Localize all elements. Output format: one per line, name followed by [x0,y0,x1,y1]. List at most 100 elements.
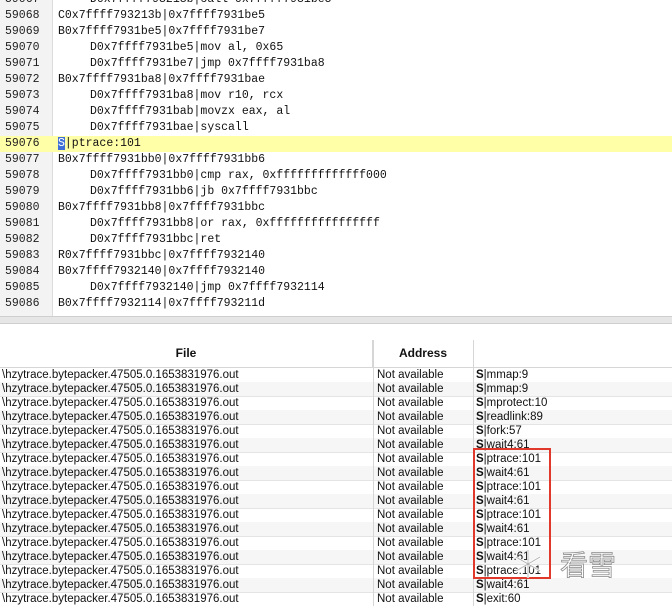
selected-text[interactable]: S [58,137,65,150]
code-line[interactable]: 59081 D0x7ffff7931bb8|or rax, 0xfffffffff… [0,216,672,232]
code-line[interactable]: 59078 D0x7ffff7931bb0|cmp rax, 0xffffffff… [0,168,672,184]
code-text[interactable]: B0x7ffff7932114|0x7ffff793211d [58,296,265,312]
code-line[interactable]: 59075 D0x7ffff7931bae|syscall [0,120,672,136]
code-editor[interactable]: 59067 D0x7ffff793213b|call 0x7ffff7931be5… [0,0,672,316]
table-row[interactable]: \hzytrace.bytepacker.47505.0.1653831976.… [0,438,672,453]
code-text[interactable]: B0x7ffff7932140|0x7ffff7932140 [58,264,265,280]
code-line[interactable]: 59070 D0x7ffff7931be5|mov al, 0x65 [0,40,672,56]
code-text[interactable]: D0x7ffff7931bb8|or rax, 0xffffffffffffff… [90,216,380,232]
table-row[interactable]: \hzytrace.bytepacker.47505.0.1653831976.… [0,396,672,411]
code-text[interactable]: D0x7ffff7931bbc|ret [90,232,221,248]
match-cell: S|mprotect:10 [476,396,547,410]
code-line[interactable]: 59084 B0x7ffff7932140|0x7ffff7932140 [0,264,672,280]
match-text: |mprotect:10 [483,397,548,409]
column-header-file[interactable]: File [0,340,373,368]
table-row[interactable]: \hzytrace.bytepacker.47505.0.1653831976.… [0,410,672,425]
match-prefix: S [476,411,484,423]
file-cell: \hzytrace.bytepacker.47505.0.1653831976.… [2,523,239,535]
address-cell: Not available [377,593,444,605]
watermark: 看雪 [515,549,616,582]
table-row[interactable]: \hzytrace.bytepacker.47505.0.1653831976.… [0,508,672,523]
match-prefix: S [476,369,484,381]
address-cell: Not available [377,509,444,521]
code-text[interactable]: C0x7ffff793213b|0x7ffff7931be5 [58,8,265,24]
code-line[interactable]: 59067 D0x7ffff793213b|call 0x7ffff7931be5 [0,0,672,8]
file-cell: \hzytrace.bytepacker.47505.0.1653831976.… [2,495,239,507]
address-cell: Not available [377,425,444,437]
line-number: 59069 [5,25,40,38]
code-text[interactable]: D0x7ffff7931bab|movzx eax, al [90,104,290,120]
table-row[interactable]: \hzytrace.bytepacker.47505.0.1653831976.… [0,382,672,397]
line-number: 59071 [5,57,40,70]
file-cell: \hzytrace.bytepacker.47505.0.1653831976.… [2,467,239,479]
address-cell: Not available [377,495,444,507]
table-row[interactable]: \hzytrace.bytepacker.47505.0.1653831976.… [0,466,672,481]
code-text[interactable]: D0x7ffff7932140|jmp 0x7ffff7932114 [90,280,325,296]
line-number: 59078 [5,169,40,182]
line-number: 59082 [5,233,40,246]
line-number: 59074 [5,105,40,118]
address-cell: Not available [377,439,444,451]
code-text[interactable]: D0x7ffff793213b|call 0x7ffff7931be5 [90,0,332,8]
file-cell: \hzytrace.bytepacker.47505.0.1653831976.… [2,439,239,451]
address-cell: Not available [377,537,444,549]
table-row[interactable]: \hzytrace.bytepacker.47505.0.1653831976.… [0,452,672,467]
match-cell: S|readlink:89 [476,410,543,424]
code-line[interactable]: 59072 B0x7ffff7931ba8|0x7ffff7931bae [0,72,672,88]
code-text[interactable]: D0x7ffff7931bb6|jb 0x7ffff7931bbc [90,184,318,200]
address-cell: Not available [377,565,444,577]
line-number: 59086 [5,297,40,310]
code-line[interactable]: 59082 D0x7ffff7931bbc|ret [0,232,672,248]
file-cell: \hzytrace.bytepacker.47505.0.1653831976.… [2,397,239,409]
code-text[interactable]: D0x7ffff7931bae|syscall [90,120,249,136]
match-text: |mmap:9 [483,369,529,381]
code-text[interactable]: D0x7ffff7931bb0|cmp rax, 0xfffffffffffff… [90,168,387,184]
address-cell: Not available [377,481,444,493]
code-text[interactable]: B0x7ffff7931bb8|0x7ffff7931bbc [58,200,265,216]
table-row[interactable]: \hzytrace.bytepacker.47505.0.1653831976.… [0,480,672,495]
table-row[interactable]: \hzytrace.bytepacker.47505.0.1653831976.… [0,368,672,383]
code-line[interactable]: 59069 B0x7ffff7931be5|0x7ffff7931be7 [0,24,672,40]
code-line[interactable]: 59071 D0x7ffff7931be7|jmp 0x7ffff7931ba8 [0,56,672,72]
code-text[interactable]: B0x7ffff7931bb0|0x7ffff7931bb6 [58,152,265,168]
line-number: 59075 [5,121,40,134]
code-text-rest: |ptrace:101 [64,137,141,150]
code-text[interactable]: D0x7ffff7931be5|mov al, 0x65 [90,40,283,56]
column-header-address[interactable]: Address [373,340,474,368]
code-line[interactable]: 59080 B0x7ffff7931bb8|0x7ffff7931bbc [0,200,672,216]
file-cell: \hzytrace.bytepacker.47505.0.1653831976.… [2,453,239,465]
file-cell: \hzytrace.bytepacker.47505.0.1653831976.… [2,593,239,605]
table-row[interactable]: \hzytrace.bytepacker.47505.0.1653831976.… [0,522,672,537]
table-row[interactable]: \hzytrace.bytepacker.47505.0.1653831976.… [0,494,672,509]
pane-splitter[interactable] [0,316,672,324]
table-row[interactable]: \hzytrace.bytepacker.47505.0.1653831976.… [0,592,672,606]
watermark-text: 看雪 [560,549,616,582]
match-text: |exit:60 [483,593,521,605]
code-line[interactable]: 59068 C0x7ffff793213b|0x7ffff7931be5 [0,8,672,24]
code-text[interactable]: D0x7ffff7931be7|jmp 0x7ffff7931ba8 [90,56,325,72]
code-text[interactable]: R0x7ffff7931bbc|0x7ffff7932140 [58,248,265,264]
address-cell: Not available [377,411,444,423]
match-text: |readlink:89 [483,411,543,423]
line-number: 59080 [5,201,40,214]
code-line[interactable]: 59073 D0x7ffff7931ba8|mov r10, rcx [0,88,672,104]
table-row[interactable]: \hzytrace.bytepacker.47505.0.1653831976.… [0,424,672,439]
code-line[interactable]: 59083 R0x7ffff7931bbc|0x7ffff7932140 [0,248,672,264]
code-text[interactable]: D0x7ffff7931ba8|mov r10, rcx [90,88,283,104]
column-header-match[interactable] [474,340,672,368]
code-line[interactable]: 59079 D0x7ffff7931bb6|jb 0x7ffff7931bbc [0,184,672,200]
code-line[interactable]: 59086 B0x7ffff7932114|0x7ffff793211d [0,296,672,312]
code-line[interactable]: 59085 D0x7ffff7932140|jmp 0x7ffff7932114 [0,280,672,296]
code-line-current[interactable]: 59076 S|ptrace:101 [0,136,672,152]
code-text[interactable]: B0x7ffff7931ba8|0x7ffff7931bae [58,72,265,88]
code-text[interactable]: S|ptrace:101 [58,136,141,152]
code-text[interactable]: B0x7ffff7931be5|0x7ffff7931be7 [58,24,265,40]
line-number: 59079 [5,185,40,198]
match-text: |fork:57 [483,425,522,437]
code-line[interactable]: 59074 D0x7ffff7931bab|movzx eax, al [0,104,672,120]
line-number: 59083 [5,249,40,262]
code-line[interactable]: 59077 B0x7ffff7931bb0|0x7ffff7931bb6 [0,152,672,168]
address-cell: Not available [377,551,444,563]
match-prefix: S [476,593,484,605]
line-number: 59076 [5,137,40,150]
